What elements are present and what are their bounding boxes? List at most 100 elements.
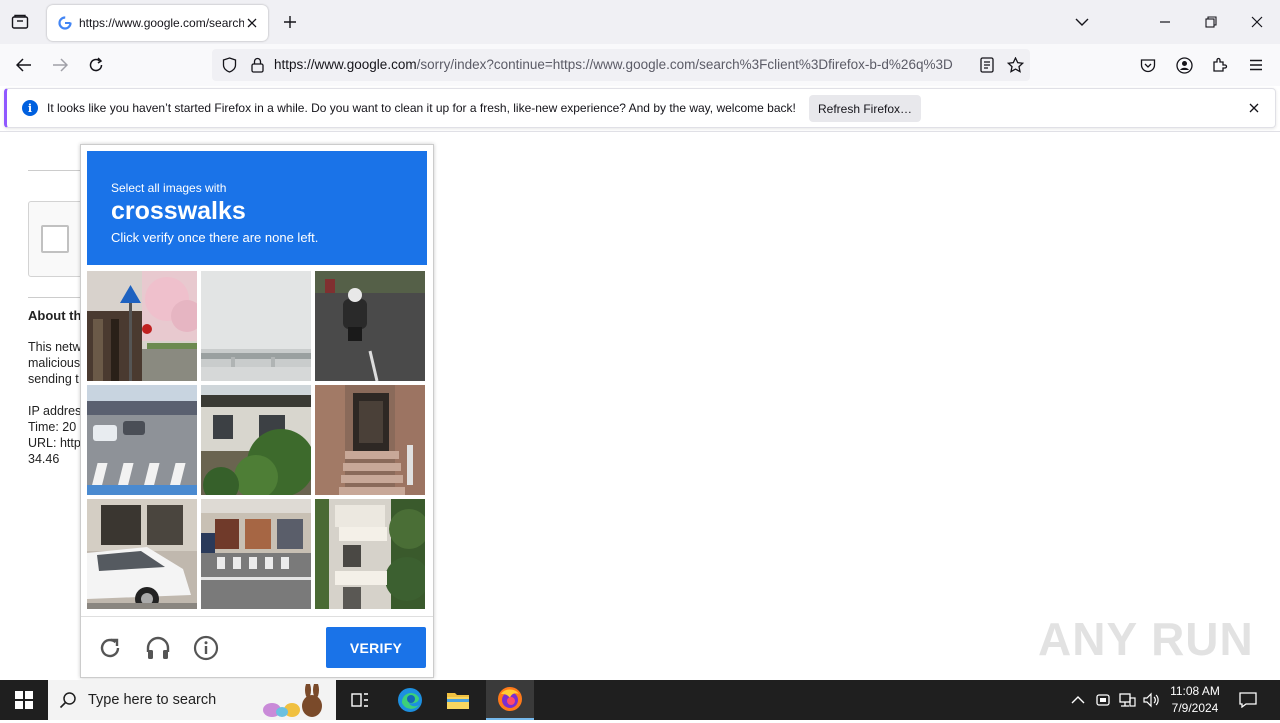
anyrun-watermark: ANY RUN xyxy=(1038,613,1254,665)
captcha-tile-foggy-overpass[interactable] xyxy=(201,271,311,381)
start-button[interactable] xyxy=(0,680,48,720)
about-line: sending t xyxy=(28,372,79,386)
file-explorer-button[interactable] xyxy=(434,680,482,720)
close-window-button[interactable] xyxy=(1245,10,1269,34)
search-placeholder: Type here to search xyxy=(88,692,217,708)
task-view-icon xyxy=(351,693,368,707)
detail-line: URL: http xyxy=(28,436,80,450)
url-host: https://www.google.com xyxy=(274,57,417,72)
list-all-tabs-button[interactable] xyxy=(1070,10,1094,34)
close-icon xyxy=(1251,16,1263,28)
firefox-icon xyxy=(498,687,522,711)
notification-message: It looks like you haven’t started Firefo… xyxy=(47,101,796,115)
notification-center-icon[interactable] xyxy=(1238,690,1258,710)
close-icon[interactable] xyxy=(1247,101,1261,115)
clock-date: 7/9/2024 xyxy=(1171,701,1219,715)
google-favicon-icon xyxy=(57,15,73,31)
hamburger-icon xyxy=(1250,59,1262,71)
captcha-tile-motorcyclist-on-road[interactable] xyxy=(315,271,425,381)
volume-icon[interactable] xyxy=(1141,690,1161,710)
minimize-icon xyxy=(1160,21,1170,23)
chevron-up-icon[interactable] xyxy=(1068,690,1088,710)
tab-strip: https://www.google.com/search xyxy=(0,0,1280,44)
audio-challenge-button[interactable] xyxy=(143,633,173,663)
back-button[interactable] xyxy=(12,53,36,77)
captcha-instruction: Select all images with xyxy=(111,181,227,195)
network-icon[interactable] xyxy=(1117,690,1137,710)
account-button[interactable] xyxy=(1172,53,1196,77)
account-icon xyxy=(1175,56,1193,74)
refresh-firefox-button[interactable]: Refresh Firefox… xyxy=(809,95,921,122)
firefox-view-button[interactable] xyxy=(8,11,32,33)
restore-button[interactable] xyxy=(1199,10,1223,34)
refresh-notification-bar: i It looks like you haven’t started Fire… xyxy=(4,88,1276,128)
folder-icon xyxy=(447,693,469,709)
captcha-tile-apartment-balconies[interactable] xyxy=(315,499,425,609)
shield-icon[interactable] xyxy=(220,56,238,74)
url-bar[interactable]: https://www.google.com/sorry/index?conti… xyxy=(212,49,1030,81)
new-tab-button[interactable] xyxy=(280,12,300,32)
detail-line: 34.46 xyxy=(28,452,60,466)
captcha-tile-storefront-with-crosswalk[interactable] xyxy=(201,499,311,609)
extensions-button[interactable] xyxy=(1208,53,1232,77)
edge-icon xyxy=(398,688,422,712)
divider xyxy=(28,170,88,171)
captcha-tile-house-with-bushes[interactable] xyxy=(201,385,311,495)
reload-icon xyxy=(89,57,103,72)
captcha-footer-divider xyxy=(81,616,433,617)
captcha-tile-building-doorway-steps[interactable] xyxy=(315,385,425,495)
task-view-button[interactable] xyxy=(336,680,384,720)
captcha-tile-parked-white-car[interactable] xyxy=(87,499,197,609)
help-button[interactable] xyxy=(191,633,221,663)
edge-taskbar-button[interactable] xyxy=(386,680,434,720)
captcha-header: Select all images with crosswalks Click … xyxy=(87,151,427,265)
minimize-button[interactable] xyxy=(1153,10,1177,34)
arrow-right-icon xyxy=(53,58,68,72)
captcha-tile-intersection-with-crosswalk[interactable] xyxy=(87,385,197,495)
reload-button[interactable] xyxy=(84,53,108,77)
windows-taskbar: Type here to search 11:08 AM 7/9/2024 xyxy=(0,680,1280,720)
firefox-view-icon xyxy=(11,14,29,29)
tab-active[interactable]: https://www.google.com/search xyxy=(47,5,268,41)
app-menu-button[interactable] xyxy=(1244,53,1268,77)
forward-button[interactable] xyxy=(48,53,72,77)
about-heading: About th xyxy=(28,308,80,323)
recaptcha-widget xyxy=(28,201,88,277)
reload-challenge-button[interactable] xyxy=(95,633,125,663)
navigation-toolbar: https://www.google.com/sorry/index?conti… xyxy=(0,44,1280,86)
recaptcha-checkbox[interactable] xyxy=(41,225,69,253)
headphones-icon xyxy=(146,636,170,659)
divider xyxy=(28,297,88,298)
detail-line: IP addres xyxy=(28,404,80,418)
captcha-tile-pedestrian-sign-and-shed[interactable] xyxy=(87,271,197,381)
chevron-down-icon xyxy=(1075,18,1089,26)
tab-title: https://www.google.com/search xyxy=(79,16,244,30)
close-icon[interactable] xyxy=(244,15,260,31)
about-line: This netw xyxy=(28,340,80,354)
pocket-button[interactable] xyxy=(1136,53,1160,77)
plus-icon xyxy=(284,16,296,28)
url-path: /sorry/index?continue=https://www.google… xyxy=(416,57,953,72)
bookmark-star-icon[interactable] xyxy=(1006,56,1024,74)
reload-icon xyxy=(100,638,120,658)
easter-bunny-icon xyxy=(258,682,334,723)
info-icon: i xyxy=(22,100,38,116)
clock-time: 11:08 AM xyxy=(1170,684,1220,698)
reader-view-icon[interactable] xyxy=(978,56,996,74)
lock-icon[interactable] xyxy=(248,56,266,74)
detail-line: Time: 20 xyxy=(28,420,77,434)
puzzle-icon xyxy=(1213,57,1228,72)
windows-logo-icon xyxy=(15,691,33,709)
info-icon xyxy=(193,635,219,661)
search-icon xyxy=(48,691,88,709)
firefox-taskbar-button[interactable] xyxy=(486,680,534,720)
meet-now-icon[interactable] xyxy=(1093,690,1113,710)
captcha-hint: Click verify once there are none left. xyxy=(111,230,319,245)
system-clock[interactable]: 11:08 AM 7/9/2024 xyxy=(1162,683,1228,717)
captcha-target: crosswalks xyxy=(111,197,246,225)
verify-button[interactable]: VERIFY xyxy=(326,627,426,668)
restore-icon xyxy=(1205,16,1217,28)
arrow-left-icon xyxy=(16,58,31,72)
url-text[interactable]: https://www.google.com/sorry/index?conti… xyxy=(274,57,974,72)
taskbar-search-box[interactable]: Type here to search xyxy=(48,680,336,720)
